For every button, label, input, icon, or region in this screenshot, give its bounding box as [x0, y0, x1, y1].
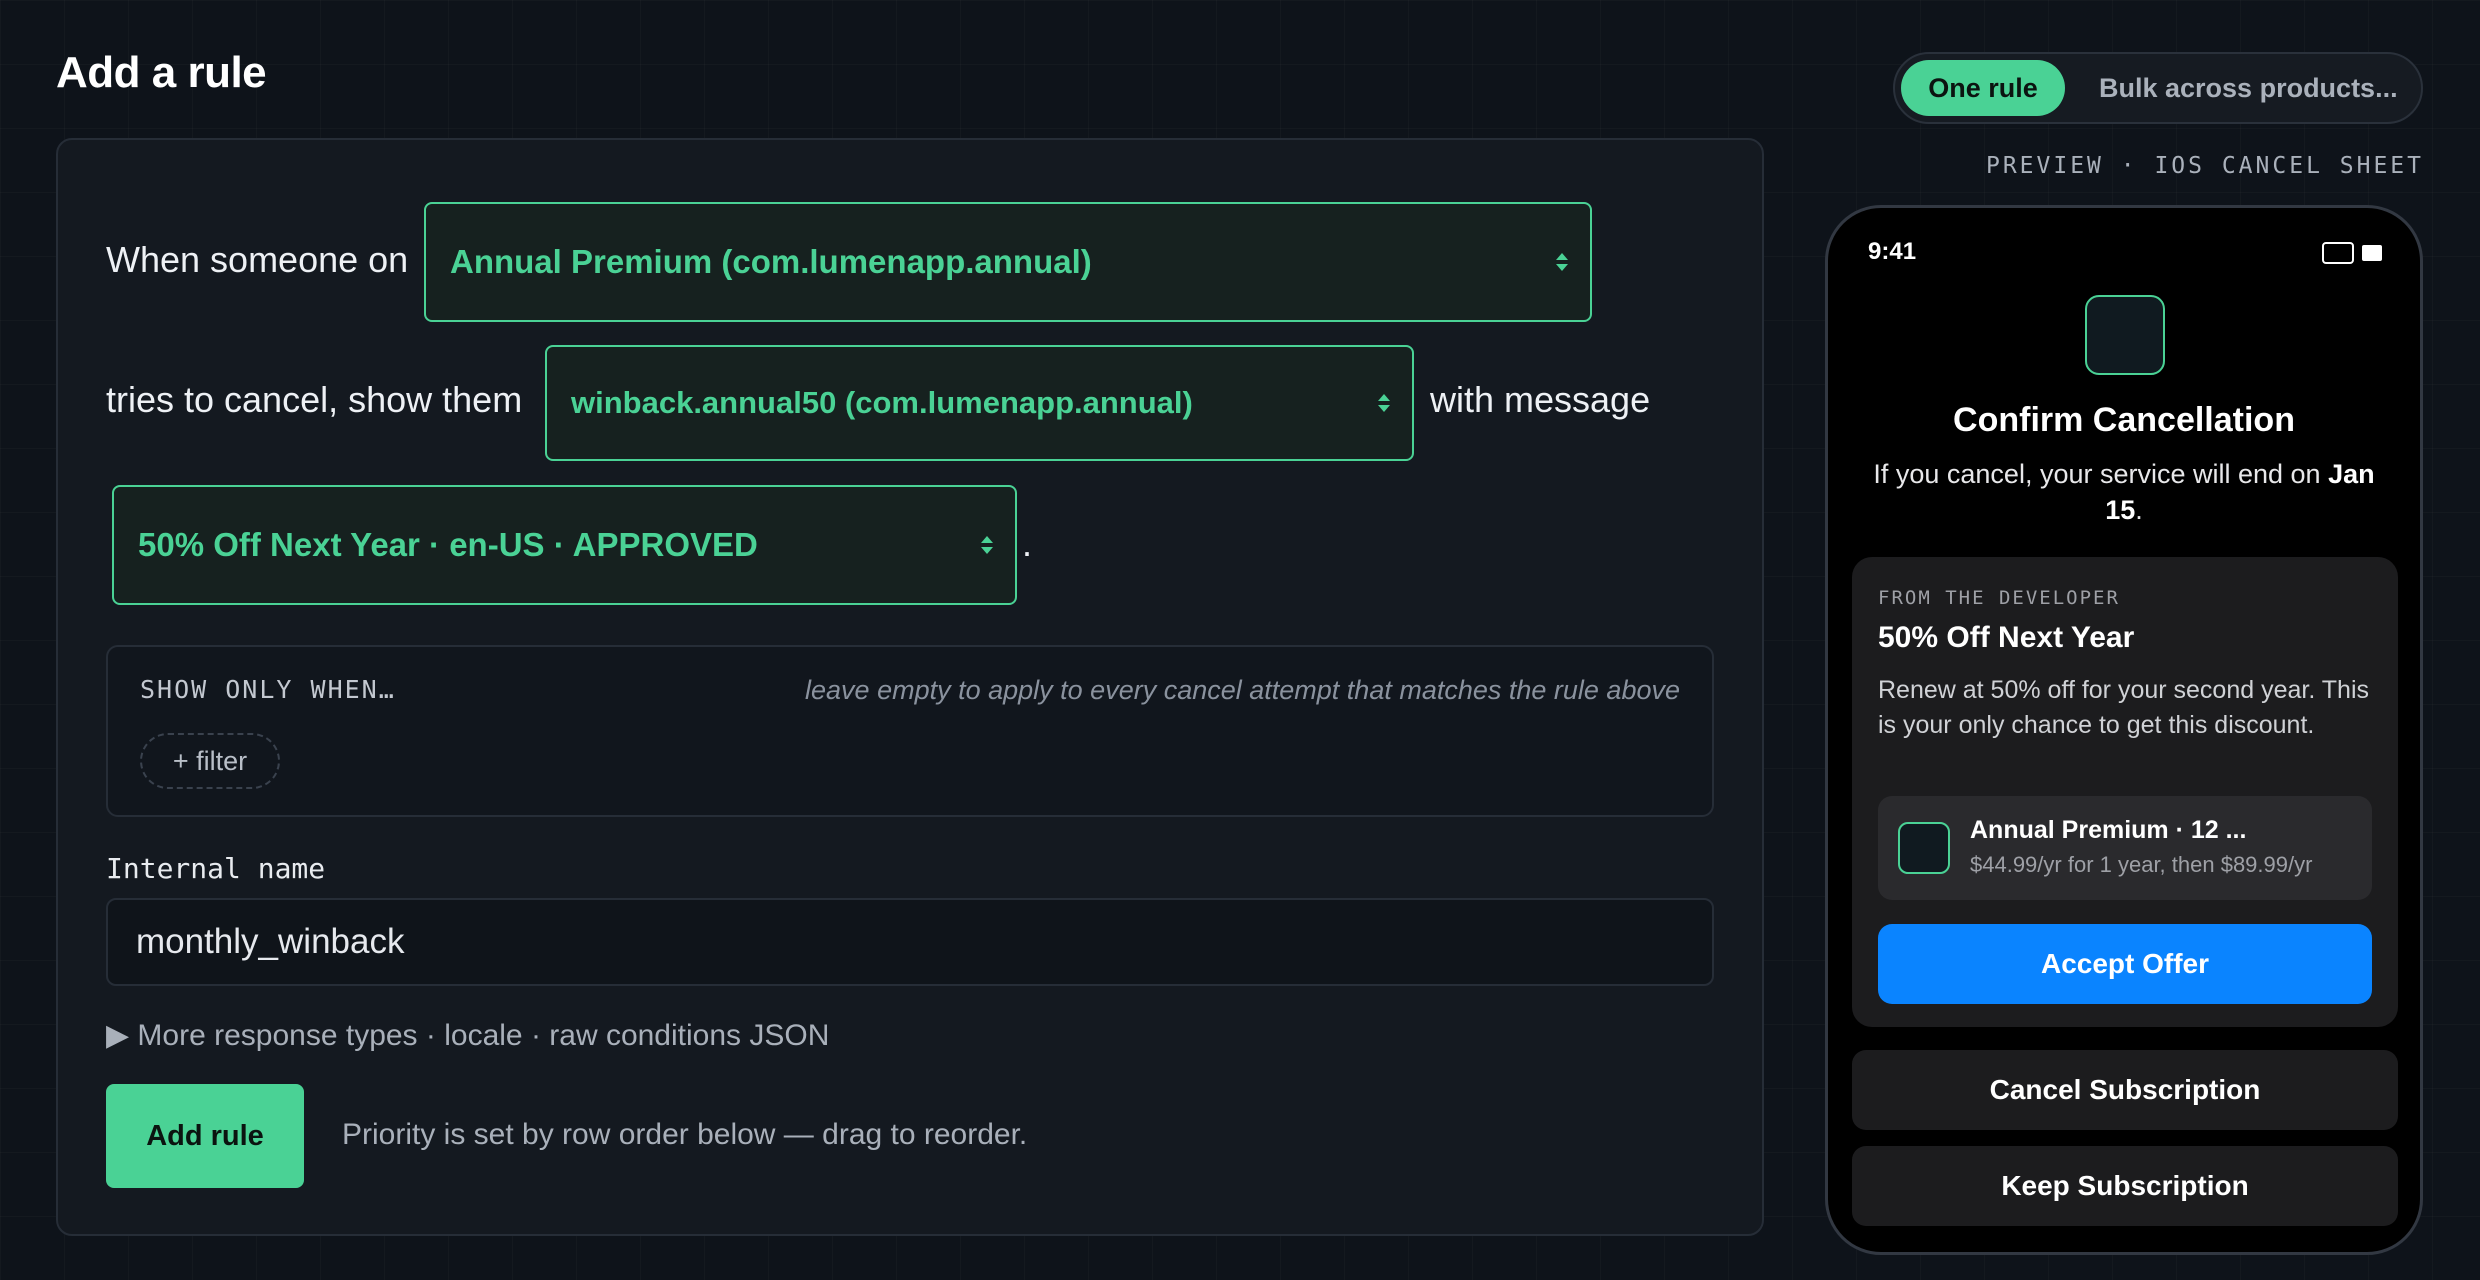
message-text: with message: [1430, 379, 1651, 420]
more-options-toggle[interactable]: ▶ More response types · locale · raw con…: [106, 1018, 829, 1053]
filter-section: SHOW ONLY WHEN… leave empty to apply to …: [106, 645, 1714, 817]
sentence-period: .: [1022, 523, 1033, 564]
filter-hint: leave empty to apply to every cancel att…: [805, 675, 1680, 705]
add-filter-button[interactable]: + filter: [140, 733, 280, 789]
message-select-value: 50% Off Next Year · en-US · APPROVED: [138, 526, 758, 563]
product-select[interactable]: Annual Premium (com.lumenapp.annual): [424, 202, 1592, 322]
rule-form-card: When someone on Annual Premium (com.lume…: [56, 138, 1764, 1236]
show-text: tries to cancel, show them: [106, 379, 523, 420]
mode-toggle: One rule Bulk across products...: [1893, 52, 2423, 124]
message-select[interactable]: 50% Off Next Year · en-US · APPROVED: [112, 485, 1017, 605]
sheet-title: Confirm Cancellation: [1953, 401, 2295, 439]
keep-subscription-button[interactable]: Keep Subscription: [1852, 1146, 2398, 1226]
preview-label: PREVIEW · IOS CANCEL SHEET: [1985, 153, 2424, 179]
ios-preview-phone: 9:41 Confirm Cancellation If you cancel,…: [1825, 205, 2423, 1255]
internal-name-label: Internal name: [106, 852, 326, 885]
status-time: 9:41: [1868, 238, 1917, 265]
developer-offer-card: FROM THE DEVELOPER 50% Off Next Year Ren…: [1852, 557, 2398, 1027]
filter-heading: SHOW ONLY WHEN…: [140, 675, 396, 704]
status-icons: [2322, 242, 2382, 264]
offer-title: 50% Off Next Year: [1878, 621, 2135, 654]
priority-note: Priority is set by row order below — dra…: [342, 1118, 1028, 1151]
offer-body: Renew at 50% off for your second year. T…: [1878, 676, 2370, 739]
signal-icon: [2362, 245, 2382, 261]
one-rule-tab[interactable]: One rule: [1901, 60, 2065, 116]
bulk-tab[interactable]: Bulk across products...: [2099, 73, 2398, 104]
page-title: Add a rule: [56, 48, 267, 97]
cancel-subscription-button[interactable]: Cancel Subscription: [1852, 1050, 2398, 1130]
product-price: $44.99/yr for 1 year, then $89.99/yr: [1970, 852, 2313, 877]
sheet-subtitle-text: If you cancel, your service will end on: [1873, 459, 2321, 489]
chevron-updown-icon: [981, 536, 993, 554]
product-name: Annual Premium · 12 ...: [1970, 816, 2247, 844]
product-icon: [1898, 822, 1950, 874]
disclosure-triangle-icon: ▶: [106, 1019, 130, 1052]
when-text: When someone on: [106, 239, 409, 280]
sheet-subtitle: If you cancel, your service will end on …: [1868, 456, 2380, 528]
offer-select[interactable]: winback.annual50 (com.lumenapp.annual): [545, 345, 1414, 461]
developer-label: FROM THE DEVELOPER: [1878, 587, 2120, 609]
app-icon: [2085, 295, 2165, 375]
battery-icon: [2322, 242, 2354, 264]
product-row: Annual Premium · 12 ... $44.99/yr for 1 …: [1878, 796, 2372, 900]
internal-name-input[interactable]: monthly_winback: [106, 898, 1714, 986]
product-select-value: Annual Premium (com.lumenapp.annual): [450, 243, 1092, 280]
internal-name-value: monthly_winback: [136, 922, 405, 961]
sheet-subtitle-end: .: [2135, 495, 2143, 525]
more-options-label: More response types · locale · raw condi…: [137, 1019, 830, 1052]
add-rule-button[interactable]: Add rule: [106, 1084, 304, 1188]
offer-select-value: winback.annual50 (com.lumenapp.annual): [571, 385, 1193, 420]
accept-offer-button[interactable]: Accept Offer: [1878, 924, 2372, 1004]
chevron-updown-icon: [1556, 253, 1568, 271]
chevron-updown-icon: [1378, 394, 1390, 412]
